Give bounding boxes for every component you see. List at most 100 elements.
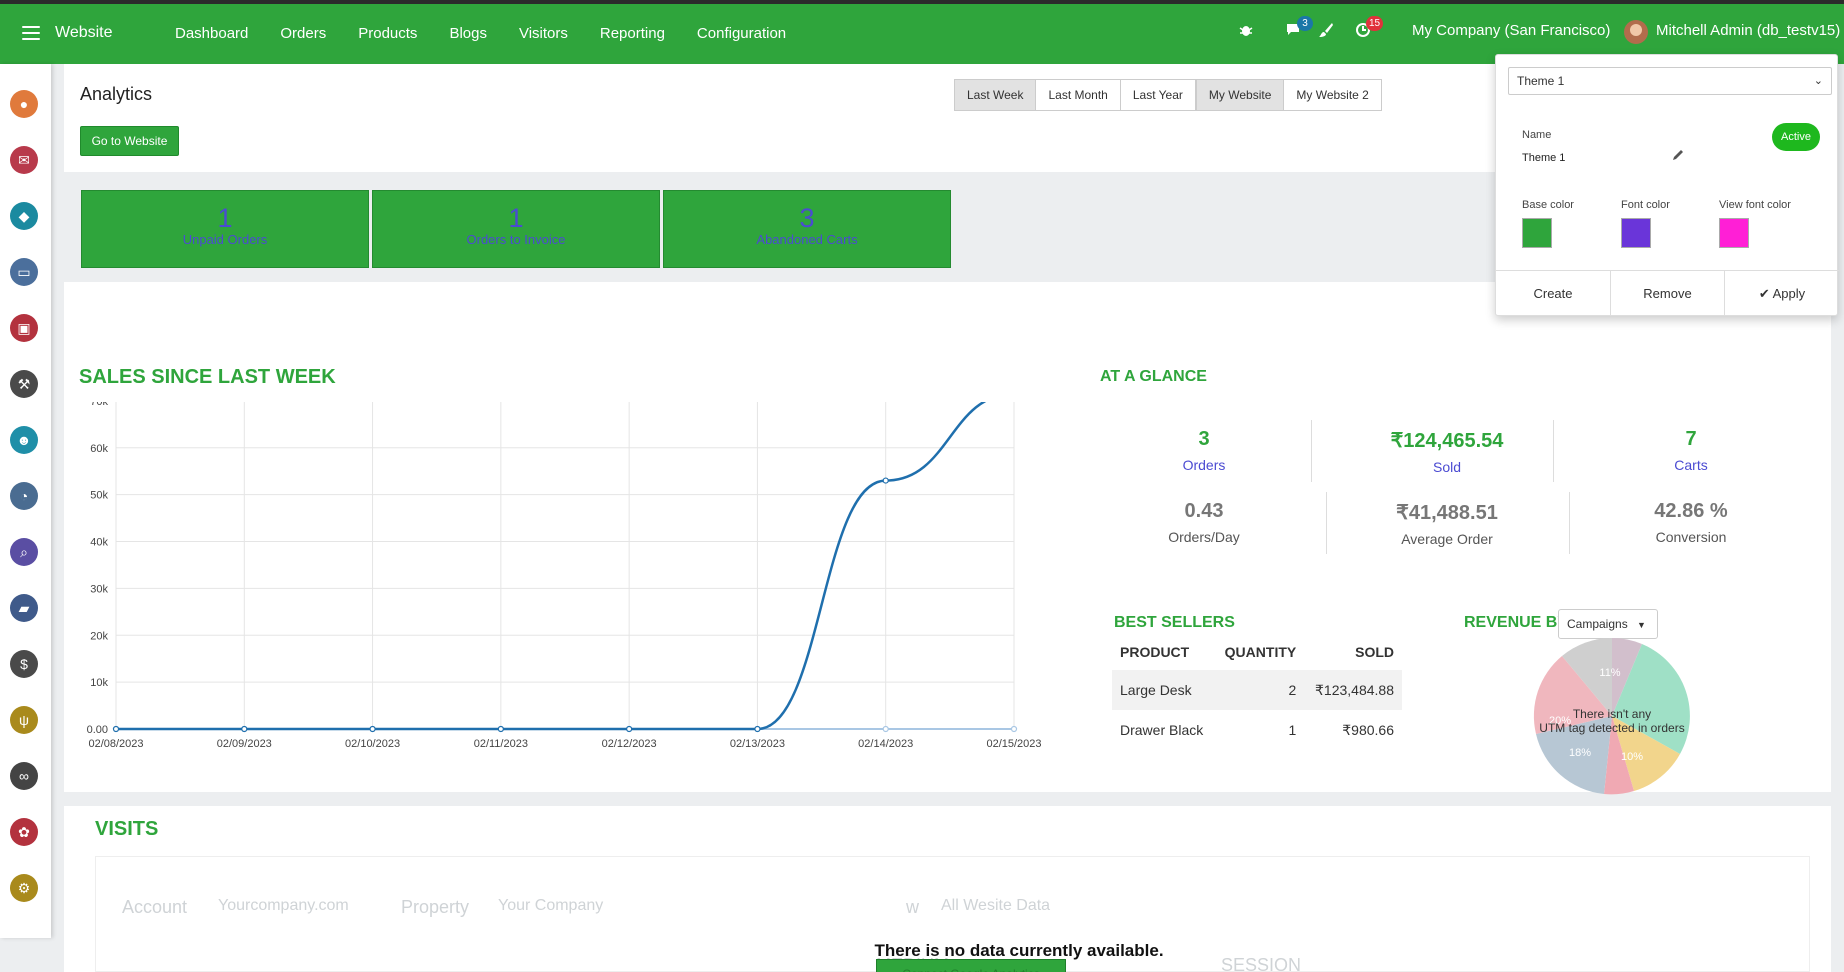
ghost-account-label: Account bbox=[122, 897, 188, 917]
data-point bbox=[626, 725, 633, 733]
remove-theme-button[interactable]: Remove bbox=[1610, 270, 1724, 316]
glance-value: ₹41,488.51 bbox=[1396, 502, 1498, 524]
discuss-icon[interactable]: ✉ bbox=[10, 146, 38, 174]
company-switcher[interactable]: My Company (San Francisco) bbox=[1412, 22, 1610, 39]
font-color-label: Font color bbox=[1621, 199, 1670, 211]
x-tick-label: 02/12/2023 bbox=[602, 738, 657, 750]
x-tick-label: 02/11/2023 bbox=[474, 738, 528, 750]
ghost-view-select: All Wesite Data bbox=[941, 897, 1051, 914]
name-label: Name bbox=[1522, 129, 1552, 141]
cell-sold: ₹123,484.88 bbox=[1315, 681, 1394, 698]
y-tick-label: 10k bbox=[90, 677, 108, 689]
col-quantity: QUANTITY bbox=[1224, 644, 1297, 660]
x-tick-label: 02/10/2023 bbox=[345, 738, 400, 750]
cell-product: Drawer Black bbox=[1120, 722, 1204, 738]
table-row[interactable]: Large Desk 2 ₹123,484.88 bbox=[1112, 670, 1402, 710]
kpi-label: Abandoned Carts bbox=[756, 232, 858, 247]
base-color-swatch[interactable] bbox=[1522, 218, 1552, 248]
no-data-message: There is no data currently available. bbox=[874, 941, 1164, 960]
menu-configuration[interactable]: Configuration bbox=[697, 25, 786, 42]
filter-my-website-2[interactable]: My Website 2 bbox=[1283, 79, 1382, 111]
cell-quantity: 1 bbox=[1288, 722, 1297, 738]
filter-last-week[interactable]: Last Week bbox=[954, 79, 1037, 111]
glance-label: Average Order bbox=[1401, 531, 1493, 547]
dashboard-panel: SALES SINCE LAST WEEK 0.00 10k 20k 30k 40k 50… bbox=[64, 282, 1831, 795]
users-icon[interactable]: ☻ bbox=[10, 426, 38, 454]
glance-label: Sold bbox=[1432, 459, 1462, 475]
hammer-icon[interactable]: ⚒ bbox=[10, 370, 38, 398]
connect-google-analytics-button[interactable]: Connect Google Analytics bbox=[876, 959, 1066, 972]
divider bbox=[1569, 492, 1570, 554]
font-color-swatch[interactable] bbox=[1621, 218, 1651, 248]
x-tick-label: 02/08/2023 bbox=[88, 738, 143, 750]
menu-visitors[interactable]: Visitors bbox=[519, 25, 568, 42]
glance-orders-per-day: 0.43 Orders/Day bbox=[1089, 500, 1319, 545]
glance-label: Conversion bbox=[1655, 529, 1727, 545]
go-to-website-button[interactable]: Go to Website bbox=[80, 126, 179, 156]
link-icon[interactable]: ∞ bbox=[10, 762, 38, 790]
pie-empty-line2: UTM tag detected in orders bbox=[1539, 721, 1684, 735]
data-point bbox=[754, 725, 761, 733]
pencil-icon[interactable] bbox=[1671, 148, 1685, 167]
avatar[interactable] bbox=[1624, 20, 1648, 44]
theme-select[interactable]: Theme 1 ⌄ bbox=[1508, 67, 1832, 95]
user-menu[interactable]: Mitchell Admin (db_testv15) bbox=[1656, 22, 1840, 39]
apply-theme-button[interactable]: ✔ Apply bbox=[1724, 270, 1839, 316]
data-point bbox=[1010, 725, 1018, 733]
kpi-unpaid-orders[interactable]: 1 Unpaid Orders bbox=[81, 190, 369, 268]
theme-select-value: Theme 1 bbox=[1517, 74, 1565, 88]
messages-icon[interactable]: 3 bbox=[1286, 16, 1313, 40]
view-font-color-swatch[interactable] bbox=[1719, 218, 1749, 248]
messages-badge: 3 bbox=[1297, 16, 1313, 31]
cell-quantity: 2 bbox=[1288, 682, 1297, 698]
ghost-property-label: Property bbox=[401, 897, 470, 917]
table-header-row: PRODUCT QUANTITY SOLD bbox=[1112, 634, 1402, 670]
kpi-value: 1 bbox=[508, 203, 524, 233]
menu-orders[interactable]: Orders bbox=[280, 25, 326, 42]
data-point bbox=[882, 477, 889, 484]
search-user-icon[interactable]: ⌕ bbox=[10, 538, 38, 566]
data-point bbox=[882, 725, 889, 733]
x-tick-label: 02/14/2023 bbox=[858, 738, 913, 750]
filter-last-month[interactable]: Last Month bbox=[1035, 79, 1121, 111]
create-theme-button[interactable]: Create bbox=[1496, 270, 1610, 316]
menu-blogs[interactable]: Blogs bbox=[449, 25, 487, 42]
x-tick-label: 02/13/2023 bbox=[730, 738, 785, 750]
view-font-color-label: View font color bbox=[1719, 199, 1791, 211]
filter-my-website[interactable]: My Website bbox=[1195, 79, 1285, 111]
bug-icon[interactable] bbox=[1238, 22, 1254, 42]
glance-orders: 3 Orders bbox=[1089, 428, 1319, 473]
menu-reporting[interactable]: Reporting bbox=[600, 25, 665, 42]
chevron-down-icon: ⌄ bbox=[1813, 75, 1823, 87]
filter-last-year[interactable]: Last Year bbox=[1119, 79, 1196, 111]
table-row[interactable]: Drawer Black 1 ₹980.66 bbox=[1112, 710, 1402, 750]
kpi-row: 1 Unpaid Orders 1 Orders to Invoice 3 Ab… bbox=[81, 190, 954, 268]
app-name[interactable]: Website bbox=[55, 24, 113, 42]
best-sellers-table: PRODUCT QUANTITY SOLD Large Desk 2 ₹123,… bbox=[1112, 634, 1402, 750]
card-icon[interactable]: ▭ bbox=[10, 258, 38, 286]
apps-icon[interactable]: ✿ bbox=[10, 818, 38, 846]
menu-toggle-icon[interactable] bbox=[22, 26, 40, 40]
globe-icon[interactable]: ● bbox=[10, 90, 38, 118]
slice-label: 18% bbox=[1569, 747, 1591, 759]
user-clock-icon[interactable]: ◔ bbox=[10, 482, 38, 510]
tag-icon[interactable]: ◆ bbox=[10, 202, 38, 230]
gear-icon[interactable]: ⚙ bbox=[10, 874, 38, 902]
cell-product: Large Desk bbox=[1120, 682, 1192, 698]
activities-icon[interactable]: 15 bbox=[1355, 16, 1384, 42]
utensils-icon[interactable]: ψ bbox=[10, 706, 38, 734]
kpi-abandoned-carts[interactable]: 3 Abandoned Carts bbox=[663, 190, 951, 268]
box-icon[interactable]: ▣ bbox=[10, 314, 38, 342]
data-point bbox=[112, 725, 120, 733]
sales-title: SALES SINCE LAST WEEK bbox=[79, 366, 336, 388]
ghost-view-label: w bbox=[906, 897, 919, 917]
brush-icon[interactable] bbox=[1318, 22, 1334, 42]
glance-value: 3 bbox=[1198, 428, 1210, 450]
user-dollar-icon[interactable]: $ bbox=[10, 650, 38, 678]
menu-products[interactable]: Products bbox=[358, 25, 417, 42]
glance-value: 0.43 bbox=[1184, 500, 1224, 522]
menu-dashboard[interactable]: Dashboard bbox=[175, 25, 248, 42]
col-product: PRODUCT bbox=[1120, 644, 1190, 660]
car-icon[interactable]: ▰ bbox=[10, 594, 38, 622]
kpi-orders-to-invoice[interactable]: 1 Orders to Invoice bbox=[372, 190, 660, 268]
